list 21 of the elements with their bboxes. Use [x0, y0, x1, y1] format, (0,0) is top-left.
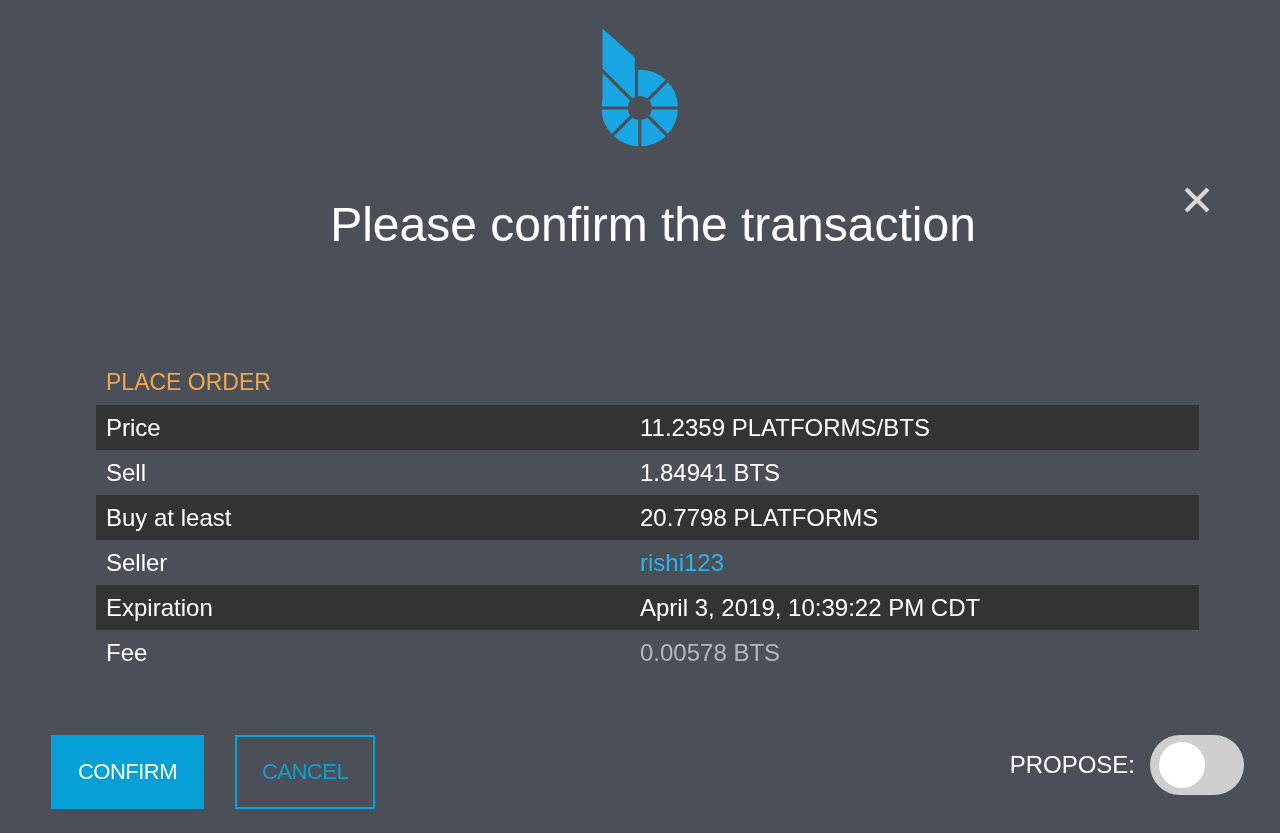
close-icon	[1184, 187, 1210, 213]
row-label: Sell	[105, 457, 147, 488]
section-heading: PLACE ORDER	[105, 368, 272, 397]
close-button[interactable]	[1184, 187, 1210, 213]
propose-label: PROPOSE:	[1009, 750, 1135, 780]
row-label: Seller	[105, 547, 168, 578]
logo-icon	[601, 28, 679, 147]
row-label: Fee	[105, 637, 148, 668]
dialog-title: Please confirm the transaction	[330, 197, 976, 253]
row-label: Expiration	[105, 592, 213, 623]
propose-toggle[interactable]	[1150, 735, 1244, 795]
row-label: Price	[105, 412, 161, 443]
row-value: 1.84941 BTS	[640, 457, 781, 488]
row-value: 11.2359 PLATFORMS/BTS	[640, 412, 930, 443]
cancel-button[interactable]: CANCEL	[235, 735, 375, 809]
confirm-button[interactable]: CONFIRM	[51, 735, 204, 809]
row-label: Buy at least	[105, 502, 232, 533]
row-value: 0.00578 BTS	[640, 637, 781, 668]
account-link[interactable]: rishi123	[640, 547, 725, 578]
row-value: April 3, 2019, 10:39:22 PM CDT	[640, 592, 981, 623]
row-value: 20.7798 PLATFORMS	[640, 502, 879, 533]
